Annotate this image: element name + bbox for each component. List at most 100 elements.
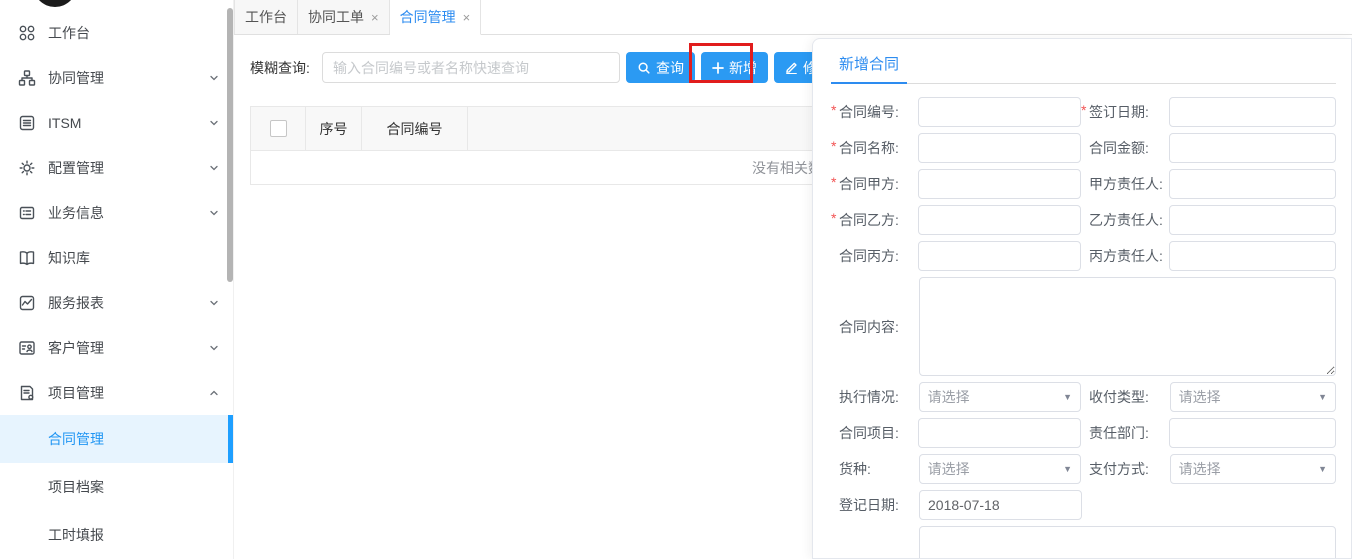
field-label: *合同乙方: <box>831 210 918 230</box>
select-all-checkbox[interactable] <box>270 120 287 137</box>
fuzzy-search-label: 模糊查询: <box>250 58 322 78</box>
field-label: 支付方式: <box>1081 459 1170 479</box>
field-label: *合同甲方: <box>831 174 918 194</box>
new-contract-form: *合同编号: *签订日期: *合同名称: 合同金额: *合同甲方: 甲方责任人:… <box>831 97 1336 559</box>
close-icon[interactable]: × <box>371 11 379 24</box>
sidebar-item-label: 工作台 <box>48 23 219 43</box>
sidebar-item-label: 业务信息 <box>48 203 209 223</box>
chevron-down-icon: ▼ <box>1318 392 1327 402</box>
tab-workbench[interactable]: 工作台 <box>234 0 298 34</box>
field-label: *签订日期: <box>1081 102 1169 122</box>
field-label: 合同内容: <box>831 317 919 337</box>
field-label: 合同丙方: <box>831 246 918 266</box>
gear-icon <box>18 159 36 177</box>
contract-amount-input[interactable] <box>1169 133 1336 163</box>
department-input[interactable] <box>1169 418 1336 448</box>
tab-label: 工作台 <box>245 7 287 27</box>
tab-bar: 工作台 协同工单 × 合同管理 × <box>234 0 1352 35</box>
query-button[interactable]: 查询 <box>626 52 695 83</box>
sidebar-item-label: 协同管理 <box>48 68 209 88</box>
search-input[interactable] <box>322 52 620 83</box>
field-label: 甲方责任人: <box>1081 174 1169 194</box>
party-c-owner-input[interactable] <box>1169 241 1336 271</box>
chevron-down-icon <box>209 298 219 308</box>
sidebar-subitem-label: 项目档案 <box>48 477 104 497</box>
sidebar-item-label: ITSM <box>48 115 209 131</box>
sidebar-item-label: 知识库 <box>48 248 219 268</box>
sidebar-item-label: 客户管理 <box>48 338 209 358</box>
contract-code-input[interactable] <box>918 97 1081 127</box>
edit-icon <box>785 61 798 74</box>
party-c-input[interactable] <box>918 241 1081 271</box>
tab-contract-management[interactable]: 合同管理 × <box>390 0 482 35</box>
chevron-down-icon: ▼ <box>1063 464 1072 474</box>
logo <box>33 0 77 7</box>
chevron-down-icon <box>209 163 219 173</box>
column-header-code: 合同编号 <box>362 107 468 150</box>
sidebar-item-configuration[interactable]: 配置管理 <box>0 145 233 190</box>
column-header-seq: 序号 <box>306 107 362 150</box>
contract-project-input[interactable] <box>918 418 1081 448</box>
select-value: 请选择 <box>1179 459 1221 479</box>
project-icon <box>18 384 36 402</box>
sign-date-input[interactable] <box>1169 97 1336 127</box>
select-value: 请选择 <box>928 387 970 407</box>
tab-label: 合同管理 <box>400 7 456 27</box>
grid-icon <box>18 24 36 42</box>
header-checkbox-cell <box>251 107 306 150</box>
itsm-icon <box>18 114 36 132</box>
info-icon <box>18 204 36 222</box>
field-label: 登记日期: <box>831 495 919 515</box>
cargo-type-select[interactable]: 请选择 ▼ <box>919 454 1081 484</box>
close-icon[interactable]: × <box>463 11 471 24</box>
add-button-label: 新增 <box>729 58 757 78</box>
remark-textarea[interactable] <box>919 526 1336 559</box>
party-a-owner-input[interactable] <box>1169 169 1336 199</box>
field-label: 合同项目: <box>831 423 918 443</box>
sidebar-item-collaboration[interactable]: 协同管理 <box>0 55 233 100</box>
sidebar-item-workbench[interactable]: 工作台 <box>0 10 233 55</box>
chevron-down-icon: ▼ <box>1063 392 1072 402</box>
pay-type-select[interactable]: 请选择 ▼ <box>1170 382 1336 412</box>
tab-collab-ticket[interactable]: 协同工单 × <box>298 0 390 34</box>
org-icon <box>18 69 36 87</box>
chevron-down-icon <box>209 73 219 83</box>
party-b-input[interactable] <box>918 205 1081 235</box>
chevron-up-icon <box>209 388 219 398</box>
select-value: 请选择 <box>928 459 970 479</box>
field-label: 执行情况: <box>831 387 919 407</box>
report-icon <box>18 294 36 312</box>
pay-method-select[interactable]: 请选择 ▼ <box>1170 454 1336 484</box>
chevron-down-icon: ▼ <box>1318 464 1327 474</box>
sidebar-subitem-contract-management[interactable]: 合同管理 <box>0 415 233 463</box>
party-a-input[interactable] <box>918 169 1081 199</box>
contract-name-input[interactable] <box>918 133 1081 163</box>
execution-select[interactable]: 请选择 ▼ <box>919 382 1081 412</box>
query-button-label: 查询 <box>656 58 684 78</box>
sidebar: 工作台 协同管理 ITSM <box>0 0 234 559</box>
field-label: 货种: <box>831 459 919 479</box>
tab-label: 协同工单 <box>308 7 364 27</box>
sidebar-subitem-project-archive[interactable]: 项目档案 <box>0 463 233 511</box>
sidebar-item-business-info[interactable]: 业务信息 <box>0 190 233 235</box>
party-b-owner-input[interactable] <box>1169 205 1336 235</box>
sidebar-item-knowledge-base[interactable]: 知识库 <box>0 235 233 280</box>
sidebar-item-label: 项目管理 <box>48 383 209 403</box>
panel-title: 新增合同 <box>831 51 907 84</box>
sidebar-item-itsm[interactable]: ITSM <box>0 100 233 145</box>
add-button[interactable]: 新增 <box>701 52 768 83</box>
sidebar-item-customer-management[interactable]: 客户管理 <box>0 325 233 370</box>
register-date-input[interactable] <box>919 490 1082 520</box>
field-label: 责任部门: <box>1081 423 1169 443</box>
chevron-down-icon <box>209 343 219 353</box>
field-label: *合同名称: <box>831 138 918 158</box>
book-icon <box>18 249 36 267</box>
contract-content-textarea[interactable] <box>919 277 1336 376</box>
plus-icon <box>712 62 724 74</box>
sidebar-subitem-label: 合同管理 <box>48 429 104 449</box>
sidebar-item-project-management[interactable]: 项目管理 <box>0 370 233 415</box>
sidebar-item-service-report[interactable]: 服务报表 <box>0 280 233 325</box>
sidebar-subitem-label: 工时填报 <box>48 525 104 545</box>
sidebar-subitem-timesheet[interactable]: 工时填报 <box>0 511 233 559</box>
sidebar-scrollbar[interactable] <box>227 8 233 282</box>
